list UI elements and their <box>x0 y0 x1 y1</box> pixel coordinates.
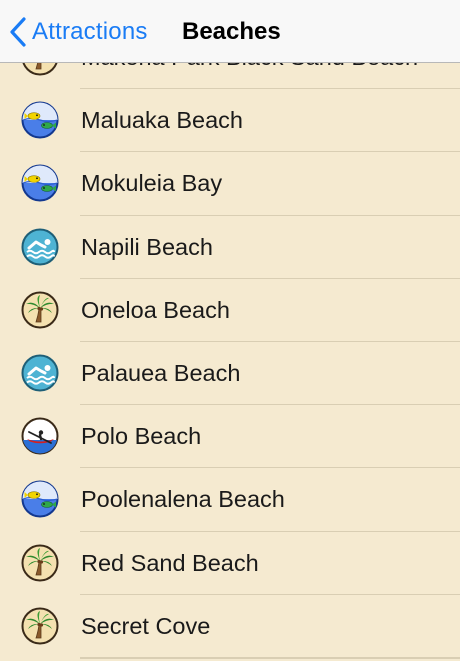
back-button-label: Attractions <box>32 18 148 45</box>
list-bottom-separator <box>80 658 460 659</box>
list-item[interactable]: Poolenalena Beach <box>0 468 460 532</box>
page-title: Beaches <box>182 18 281 45</box>
list-item-label: Maluaka Beach <box>81 107 243 134</box>
palm-tree-icon <box>21 291 59 329</box>
list-item-label: Secret Cove <box>81 612 211 639</box>
snorkel-fish-icon <box>21 101 59 139</box>
list-item-label: Mokuleia Bay <box>81 170 223 197</box>
palm-tree-icon <box>21 544 59 582</box>
back-button[interactable]: Attractions <box>10 14 148 50</box>
kayak-icon <box>21 417 59 455</box>
list-item[interactable]: Palauea Beach <box>0 342 460 406</box>
snorkel-fish-icon <box>21 480 59 518</box>
swimmer-icon <box>21 354 59 392</box>
list-item-label: Poolenalena Beach <box>81 486 285 513</box>
list-item[interactable]: Red Sand Beach <box>0 532 460 595</box>
beach-list: Makena Park Black Sand BeachMaluaka Beac… <box>0 26 460 658</box>
list-item-label: Oneloa Beach <box>81 296 230 323</box>
chevron-left-icon <box>10 17 26 47</box>
list-item-label: Polo Beach <box>81 423 202 450</box>
list-item[interactable]: Oneloa Beach <box>0 279 460 342</box>
list-item[interactable]: Polo Beach <box>0 405 460 469</box>
list-item[interactable]: Maluaka Beach <box>0 89 460 153</box>
list-item-label: Napili Beach <box>81 233 213 260</box>
list-item[interactable]: Napili Beach <box>0 216 460 279</box>
list-item[interactable]: Secret Cove <box>0 595 460 658</box>
list-item-label: Red Sand Beach <box>81 549 259 576</box>
navigation-bar: Attractions Beaches <box>0 0 460 63</box>
list-item[interactable]: Mokuleia Bay <box>0 152 460 216</box>
snorkel-fish-icon <box>21 164 59 202</box>
palm-tree-icon <box>21 607 59 645</box>
list-item-label: Palauea Beach <box>81 359 241 386</box>
swimmer-icon <box>21 228 59 266</box>
